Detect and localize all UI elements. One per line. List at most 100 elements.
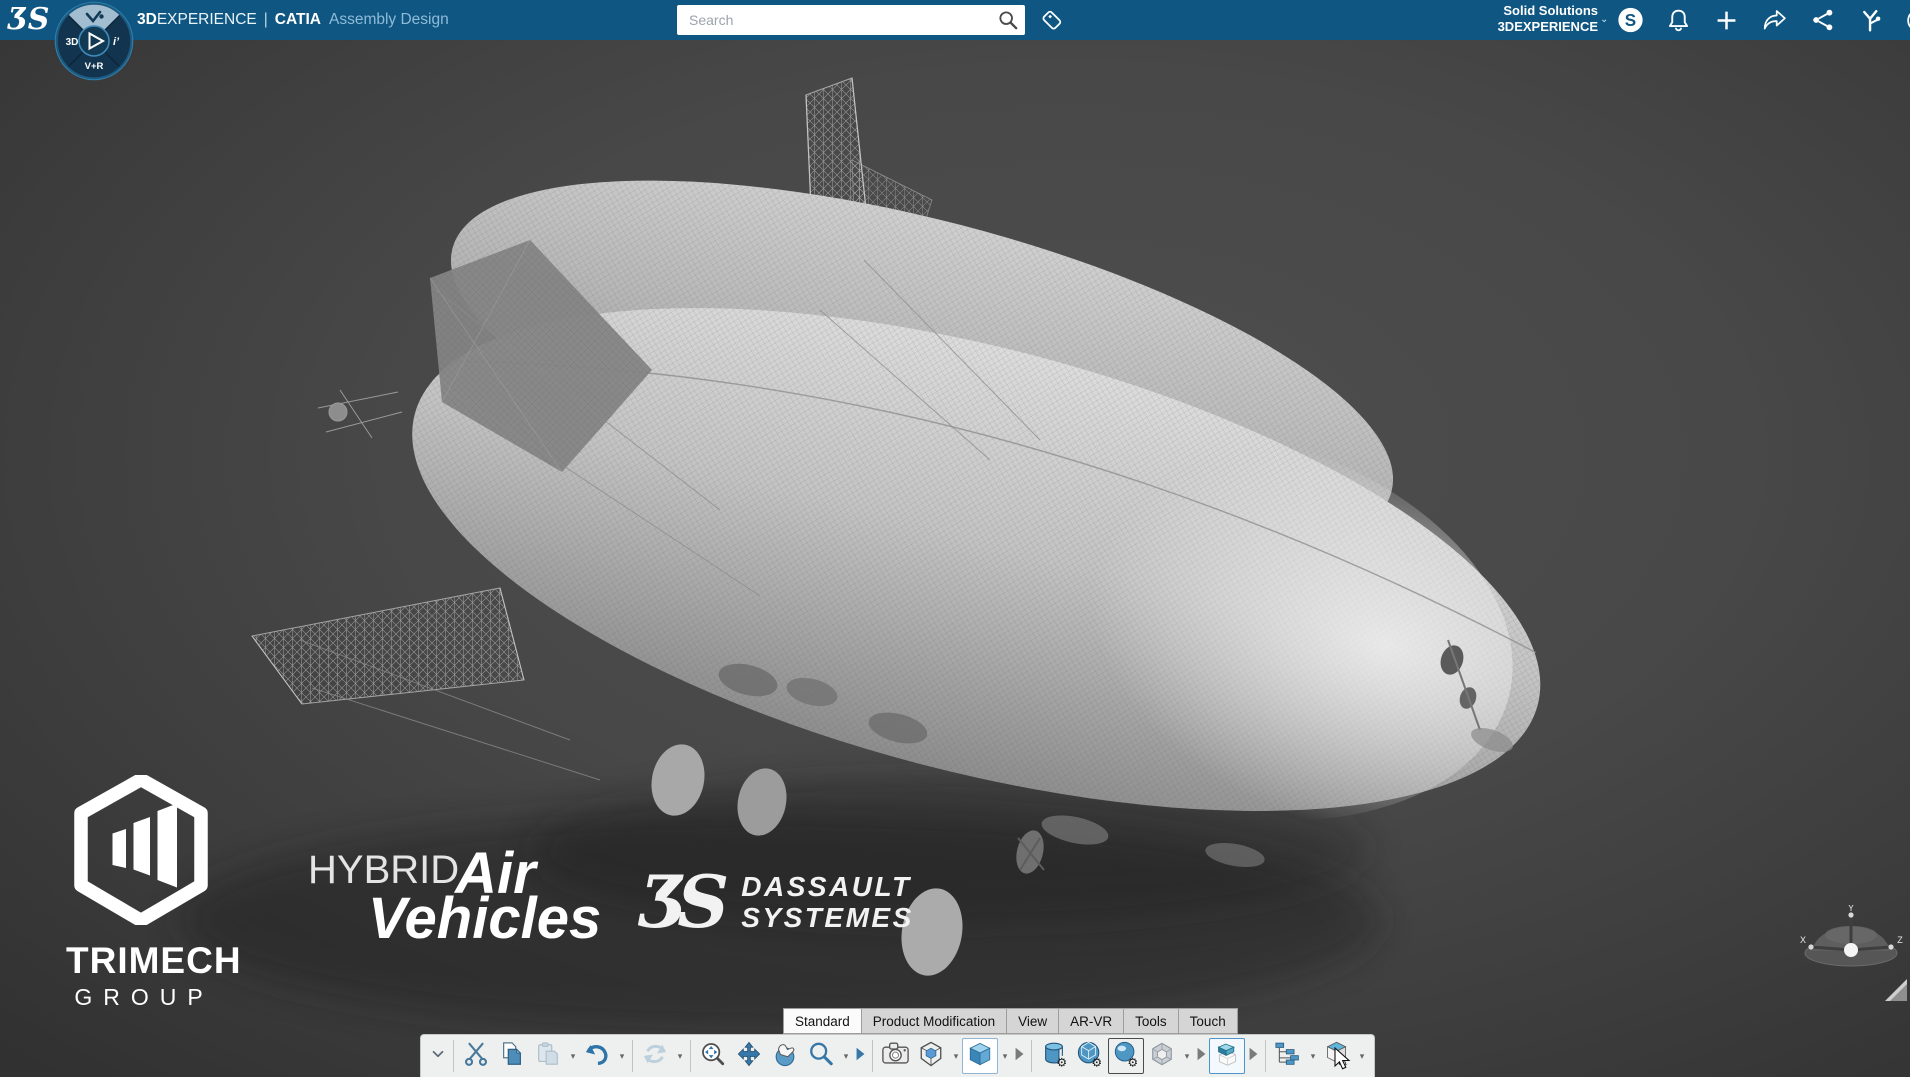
tab-tools[interactable]: Tools bbox=[1123, 1008, 1178, 1034]
session-update-button[interactable]: ⚙ bbox=[1108, 1038, 1144, 1074]
iso-view-button[interactable] bbox=[913, 1038, 949, 1074]
pan-button[interactable] bbox=[731, 1038, 767, 1074]
undo-button[interactable] bbox=[579, 1038, 615, 1074]
account-switcher[interactable]: Solid Solutions 3DEXPERIENCE bbox=[1448, 3, 1598, 35]
search-icon[interactable] bbox=[991, 5, 1025, 35]
toolbar-separator bbox=[690, 1040, 691, 1072]
compass-ii-label[interactable]: i’ bbox=[113, 36, 120, 48]
rotate-icon bbox=[772, 1041, 798, 1072]
more-update-commands-button[interactable] bbox=[1193, 1038, 1209, 1074]
share-nodes-icon[interactable] bbox=[1809, 7, 1836, 34]
play-icon bbox=[1196, 1046, 1207, 1067]
app-name: CATIA bbox=[275, 11, 321, 28]
account-line2: 3DEXPERIENCE bbox=[1448, 19, 1598, 35]
svg-text:⚙: ⚙ bbox=[1056, 1055, 1067, 1066]
update-data-button[interactable]: ⚙ bbox=[1036, 1038, 1072, 1074]
tag-icon[interactable] bbox=[1036, 5, 1068, 35]
play-icon bbox=[1014, 1046, 1025, 1067]
workbench-name: Assembly Design bbox=[321, 11, 449, 28]
viewport-corner-handle[interactable] bbox=[1882, 978, 1908, 1002]
camera-icon bbox=[882, 1041, 909, 1071]
hybrid-air-vehicles-logo: HYBRIDAir Vehicles bbox=[308, 840, 628, 952]
trimech-group-text: GROUP bbox=[66, 984, 216, 1011]
pan-icon bbox=[736, 1041, 762, 1072]
action-bar-tabs: StandardProduct ModificationViewAR-VRToo… bbox=[783, 1008, 1238, 1034]
tab-view[interactable]: View bbox=[1006, 1008, 1058, 1034]
search-bar bbox=[677, 5, 1025, 35]
zoom-dropdown-arrow[interactable]: ▾ bbox=[840, 1038, 852, 1074]
paste-dropdown-arrow[interactable]: ▾ bbox=[567, 1038, 579, 1074]
trimech-group-logo: TRIMECH GROUP bbox=[66, 775, 216, 1011]
sphere-gear-icon: ⚙ bbox=[1113, 1041, 1139, 1072]
capture-image-button[interactable] bbox=[877, 1038, 913, 1074]
fit-all-in-button[interactable] bbox=[695, 1038, 731, 1074]
search-input[interactable] bbox=[677, 12, 991, 28]
help-icon[interactable]: ? bbox=[1905, 7, 1910, 34]
dassault-text: DASSAULT bbox=[741, 871, 913, 902]
explore-mode-button[interactable] bbox=[1209, 1038, 1245, 1074]
iso-view-dropdown-arrow[interactable]: ▾ bbox=[950, 1038, 962, 1074]
tab-product-modification[interactable]: Product Modification bbox=[861, 1008, 1006, 1034]
redo-dropdown-arrow[interactable]: ▾ bbox=[674, 1038, 686, 1074]
svg-text:⚙: ⚙ bbox=[1091, 1055, 1102, 1066]
tab-ar-vr[interactable]: AR-VR bbox=[1058, 1008, 1123, 1034]
db-gear-icon: ⚙ bbox=[1041, 1041, 1067, 1072]
copy-button[interactable] bbox=[494, 1038, 530, 1074]
header-icon-group: S? bbox=[1617, 0, 1910, 40]
iso-cube-icon bbox=[918, 1041, 944, 1072]
undo-icon bbox=[584, 1041, 610, 1072]
tab-touch[interactable]: Touch bbox=[1178, 1008, 1238, 1034]
tail-fin-left bbox=[252, 588, 524, 704]
3dexperience-app-window: TRIMECH GROUP HYBRIDAir Vehicles ƷS DASS… bbox=[0, 0, 1910, 1077]
rotate-button[interactable] bbox=[767, 1038, 803, 1074]
airship-3d-model[interactable] bbox=[0, 40, 1910, 1077]
brand-experience: EXPERIENCE bbox=[157, 11, 257, 28]
select-dropdown-arrow[interactable]: ▾ bbox=[1356, 1038, 1368, 1074]
paste-button[interactable] bbox=[530, 1038, 566, 1074]
account-caret-icon[interactable]: ⌄ bbox=[1600, 14, 1608, 25]
dassault-3ds-glyph-icon: ƷS bbox=[640, 852, 741, 952]
compass-vr-label[interactable]: V+R bbox=[85, 61, 104, 72]
triad-x-label: X bbox=[1800, 935, 1806, 945]
notifications-bell-icon[interactable] bbox=[1665, 7, 1692, 34]
design-tree-button[interactable] bbox=[1270, 1038, 1306, 1074]
cut-icon bbox=[463, 1041, 489, 1072]
more-view-commands-button[interactable] bbox=[852, 1038, 868, 1074]
add-plus-icon[interactable] bbox=[1713, 7, 1740, 34]
compass-3d-label[interactable]: 3D bbox=[66, 37, 79, 48]
play-icon bbox=[1248, 1046, 1259, 1067]
box-cursor-icon bbox=[1214, 1040, 1241, 1072]
mooring-fixture bbox=[318, 390, 402, 438]
assembly-update-dropdown-arrow[interactable]: ▾ bbox=[1181, 1038, 1193, 1074]
zoom-icon bbox=[808, 1041, 834, 1072]
action-bar: ▾ ▾ ▾ ▾ ▾ ▾ ⚙ ⚙ ⚙ ▾ ▾ ▾ bbox=[420, 1034, 1375, 1077]
design-tree-dropdown-arrow[interactable]: ▾ bbox=[1307, 1038, 1319, 1074]
more-explore-commands-button[interactable] bbox=[1245, 1038, 1261, 1074]
tab-standard[interactable]: Standard bbox=[783, 1008, 861, 1034]
share-forward-icon[interactable] bbox=[1761, 7, 1788, 34]
top-bar: ƷS 3DEXPERIENCE|CATIAAssembly Design bbox=[0, 0, 1910, 40]
brand-3d: 3D bbox=[137, 11, 157, 28]
3d-viewport[interactable]: TRIMECH GROUP HYBRIDAir Vehicles ƷS DASS… bbox=[0, 40, 1910, 1077]
swym-user-icon[interactable] bbox=[1857, 7, 1884, 34]
redo-button[interactable] bbox=[637, 1038, 673, 1074]
zoom-fit-icon bbox=[700, 1041, 726, 1072]
shading-with-material-dropdown-arrow[interactable]: ▾ bbox=[999, 1038, 1011, 1074]
shading-with-material-button[interactable] bbox=[962, 1038, 998, 1074]
s-badge-icon[interactable]: S bbox=[1617, 7, 1644, 34]
global-update-button[interactable]: ⚙ bbox=[1072, 1038, 1108, 1074]
cut-button[interactable] bbox=[458, 1038, 494, 1074]
collapse-actionbar-button[interactable] bbox=[427, 1038, 449, 1074]
trimech-wordmark: TRIMECH bbox=[66, 940, 216, 982]
copy-icon bbox=[499, 1041, 525, 1072]
more-render-styles-button[interactable] bbox=[1011, 1038, 1027, 1074]
zoom-button[interactable] bbox=[803, 1038, 839, 1074]
dassault-systemes-logo: ƷS DASSAULT SYSTEMES bbox=[640, 852, 914, 952]
undo-dropdown-arrow[interactable]: ▾ bbox=[616, 1038, 628, 1074]
account-line1: Solid Solutions bbox=[1448, 3, 1598, 19]
3ds-logo-icon[interactable]: ƷS bbox=[8, 2, 48, 38]
assembly-update-button[interactable] bbox=[1144, 1038, 1180, 1074]
3dexperience-compass[interactable]: 3D i’ V+R bbox=[54, 1, 134, 81]
toolbar-separator bbox=[632, 1040, 633, 1072]
select-button[interactable] bbox=[1319, 1038, 1355, 1074]
